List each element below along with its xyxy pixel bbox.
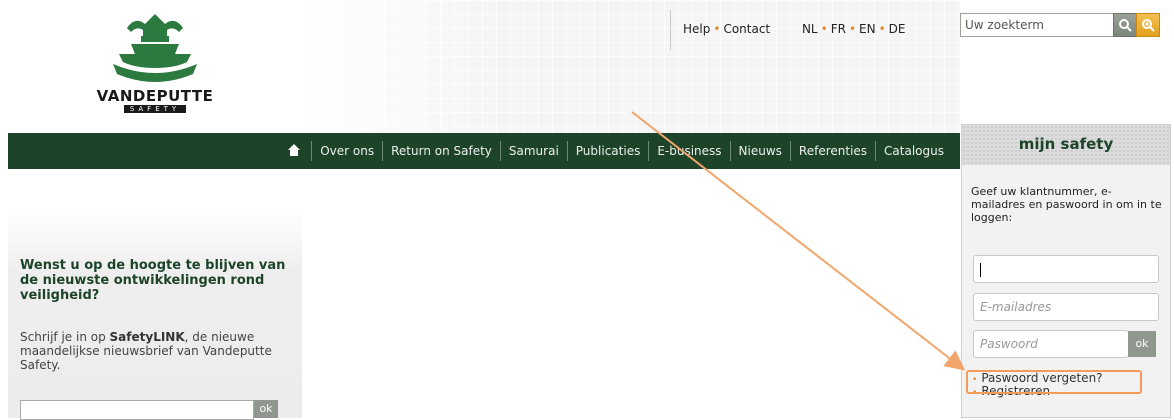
help-link[interactable]: Help bbox=[683, 22, 710, 36]
newsletter-promo: Wenst u op de hoogte te blijven van de n… bbox=[8, 208, 302, 420]
newsletter-ok-button[interactable]: ok bbox=[254, 400, 278, 418]
nav-samurai[interactable]: Samurai bbox=[499, 141, 567, 161]
nav-home[interactable] bbox=[279, 141, 311, 161]
lang-en[interactable]: EN bbox=[859, 22, 876, 36]
forgot-password-highlight bbox=[966, 370, 1142, 394]
safetylink-name: SafetyLINK bbox=[109, 330, 185, 344]
nav-over-ons[interactable]: Over ons bbox=[311, 141, 382, 161]
brand-tagline: SAFETY bbox=[75, 105, 235, 113]
advanced-search-button[interactable] bbox=[1136, 13, 1160, 37]
search-icon bbox=[1119, 19, 1132, 32]
text-caret bbox=[980, 262, 981, 277]
nav-referenties[interactable]: Referenties bbox=[789, 141, 875, 161]
promo-text: Schrijf je in op SafetyLINK, de nieuwe m… bbox=[20, 330, 272, 372]
login-title: mijn safety bbox=[962, 125, 1170, 165]
customer-number-input[interactable] bbox=[973, 255, 1159, 283]
nav-catalogus[interactable]: Catalogus bbox=[875, 141, 952, 161]
helmet-emblem-icon bbox=[113, 14, 197, 82]
newsletter-email-input[interactable] bbox=[20, 400, 254, 420]
brand-name: VANDEPUTTE bbox=[96, 87, 214, 105]
login-intro: Geef uw klantnummer, e-mailadres en pasw… bbox=[971, 185, 1162, 224]
lang-fr[interactable]: FR bbox=[831, 22, 846, 36]
nav-return-on-safety[interactable]: Return on Safety bbox=[382, 141, 500, 161]
contact-link[interactable]: Contact bbox=[723, 22, 770, 36]
lang-de[interactable]: DE bbox=[889, 22, 906, 36]
home-icon bbox=[288, 144, 301, 156]
main-nav: Over ons Return on Safety Samurai Public… bbox=[8, 133, 960, 169]
login-ok-button[interactable]: ok bbox=[1128, 331, 1156, 357]
email-field[interactable]: E-mailadres bbox=[973, 293, 1159, 321]
nav-nieuws[interactable]: Nieuws bbox=[729, 141, 790, 161]
nav-e-business[interactable]: E-business bbox=[648, 141, 729, 161]
separator-dot: • bbox=[713, 22, 721, 36]
search-button[interactable] bbox=[1113, 13, 1137, 37]
search-input[interactable]: Uw zoekterm bbox=[960, 13, 1114, 37]
search-bar: Uw zoekterm bbox=[960, 13, 1170, 37]
zoom-in-icon bbox=[1142, 19, 1155, 32]
top-links: Help • Contact NL • FR • EN • DE bbox=[670, 10, 906, 50]
language-switcher: NL • FR • EN • DE bbox=[801, 22, 906, 36]
brand-logo[interactable]: VANDEPUTTE SAFETY bbox=[75, 10, 235, 120]
password-field[interactable]: Paswoord bbox=[973, 330, 1129, 358]
promo-heading: Wenst u op de hoogte te blijven van de n… bbox=[20, 258, 286, 303]
nav-publicaties[interactable]: Publicaties bbox=[566, 141, 649, 161]
lang-nl[interactable]: NL bbox=[802, 22, 818, 36]
